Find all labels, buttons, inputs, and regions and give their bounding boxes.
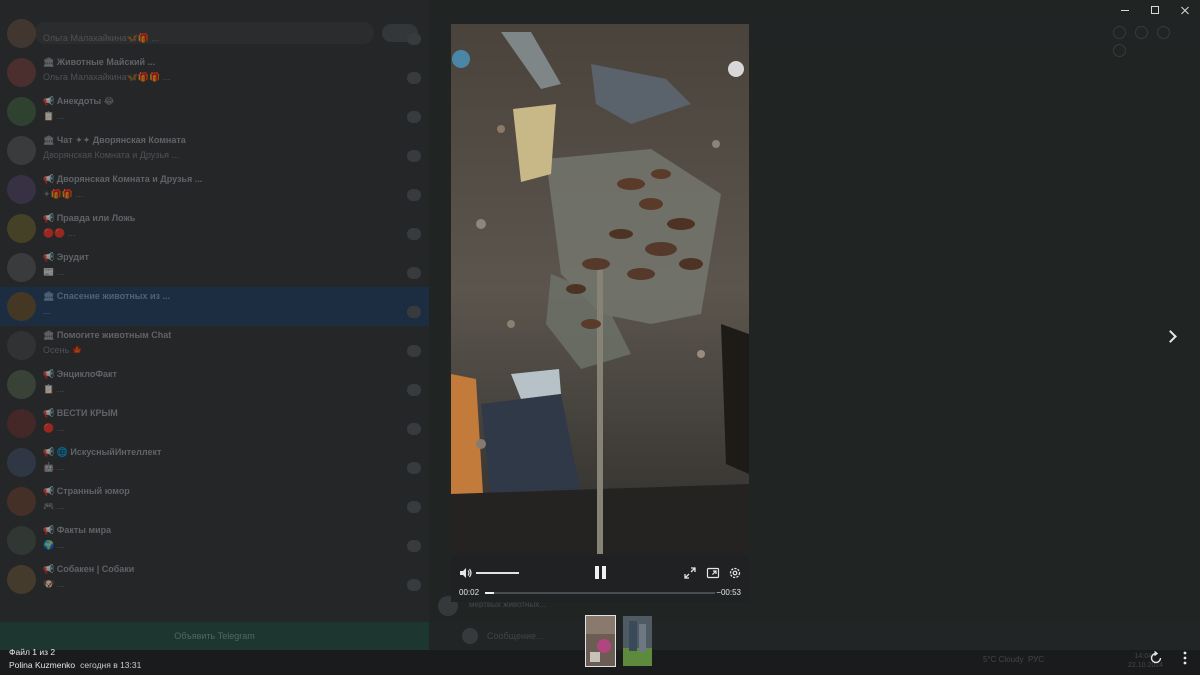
expand-icon[interactable]	[683, 566, 697, 580]
time-remaining: −00:53	[716, 588, 741, 597]
chevron-right-icon[interactable]	[1160, 325, 1184, 349]
video-player[interactable]	[451, 24, 749, 555]
sender-date[interactable]: сегодня в 13:31	[80, 660, 141, 670]
video-controls: 00:02 −00:53	[451, 555, 749, 602]
volume-slider[interactable]	[476, 572, 519, 574]
more-vertical-icon[interactable]	[1180, 650, 1190, 666]
thumbnail-1[interactable]	[585, 615, 616, 667]
rotate-icon[interactable]	[1148, 650, 1164, 666]
file-counter: Файл 1 из 2	[9, 647, 56, 657]
gear-icon[interactable]	[728, 566, 742, 580]
minimize-button[interactable]	[1110, 0, 1140, 20]
maximize-button[interactable]	[1140, 0, 1170, 20]
media-viewer-overlay[interactable]: 00:02 −00:53 Файл 1 из 2 Polina Kuzmenko…	[0, 0, 1200, 675]
time-current: 00:02	[459, 588, 480, 597]
picture-in-picture-icon[interactable]	[706, 566, 720, 580]
speaker-icon[interactable]	[459, 567, 473, 579]
media-thumbnails	[585, 615, 660, 667]
thumbnail-2[interactable]	[623, 616, 652, 666]
video-frame-image	[451, 24, 749, 555]
sender-info[interactable]: Polina Kuzmenko сегодня в 13:31	[9, 660, 141, 670]
close-button[interactable]	[1170, 0, 1200, 20]
seek-bar[interactable]	[485, 592, 715, 594]
sender-name[interactable]: Polina Kuzmenko	[9, 660, 75, 670]
window-controls	[1110, 0, 1200, 20]
seek-progress	[485, 592, 495, 594]
pause-icon[interactable]	[592, 564, 608, 581]
